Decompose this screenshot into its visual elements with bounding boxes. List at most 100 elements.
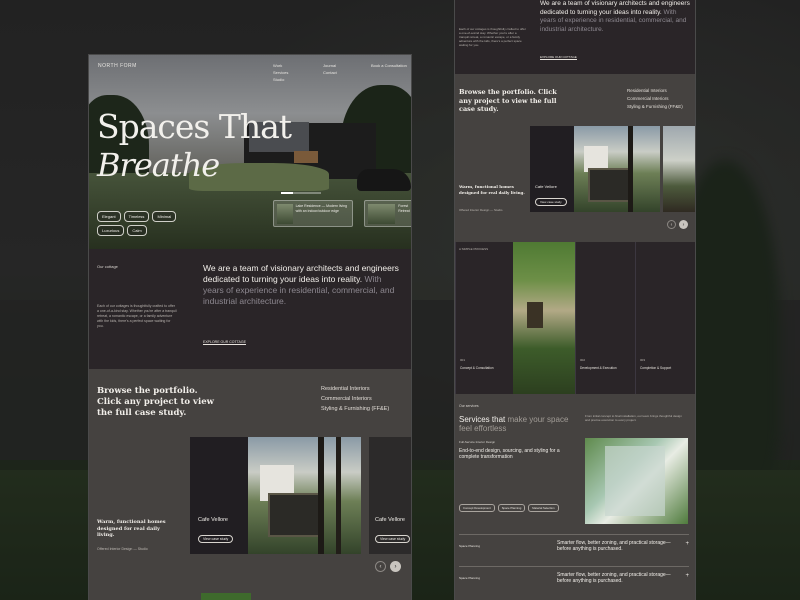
process-image [513, 242, 575, 394]
project-name: Cafe Vellore [198, 517, 228, 523]
nav-link-journal[interactable]: Journal [323, 63, 337, 68]
project-name-2: Cafe Vellore [535, 184, 557, 189]
next-section-peek [201, 593, 251, 600]
tag-luxurious[interactable]: Luxurious [97, 225, 125, 236]
portfolio-title: Browse the portfolio. Click any project … [97, 386, 214, 418]
page-preview-right: Each of our cottages is thoughtfully cra… [455, 0, 695, 600]
nav-column-2: Journal Contact [323, 63, 337, 75]
nav-link-services[interactable]: Services [273, 70, 288, 75]
services-section: Our services From initial concept to fin… [455, 394, 695, 600]
accordion-item-desc: Smarter flow, better zoning, and practic… [557, 540, 671, 552]
tag-calm[interactable]: Calm [127, 225, 147, 236]
hero-project-text-2: Forest Retreat [398, 204, 410, 213]
book-consultation-link[interactable]: Book a Consultation [371, 63, 407, 68]
service-image-wall [605, 446, 665, 516]
explore-cottage-link[interactable]: EXPLORE OUR COTTAGE [203, 340, 246, 345]
process-step-1: 001 Concept & Consultation [455, 242, 515, 394]
about-section: Our cottage We are a team of visionary a… [89, 249, 411, 369]
carousel-next-button-2[interactable]: › [679, 220, 688, 229]
portfolio-quote-meta-2: Offered Interior Design — Studio [459, 208, 503, 212]
plus-icon[interactable]: + [685, 541, 689, 547]
hero-project-card-2[interactable]: Forest Retreat [364, 200, 411, 227]
carousel-prev-button[interactable]: ‹ [375, 561, 386, 572]
service-accordion-item[interactable]: Space Planning Smarter flow, better zoni… [459, 534, 689, 560]
service-accordion-item[interactable]: Space Planning Smarter flow, better zoni… [459, 566, 689, 592]
category-commercial-2[interactable]: Commercial Interiors [627, 96, 683, 102]
process-step-name: Completion & Support [640, 366, 672, 370]
service-tag-concept[interactable]: Concept Development [459, 504, 495, 512]
portfolio-quote-meta: Offered Interior Design — Studio [97, 547, 148, 551]
hero-slider-track[interactable] [281, 192, 321, 194]
project-card-2[interactable]: Cafe Vellore View case study [369, 437, 411, 554]
view-case-study-button[interactable]: View case study [198, 535, 234, 543]
hero-car [357, 169, 411, 191]
tag-minimal[interactable]: Minimal [152, 211, 177, 222]
portfolio-categories-2: Residential Interiors Commercial Interio… [627, 88, 683, 110]
category-styling[interactable]: Styling & Furnishing (FF&E) [321, 406, 389, 413]
tag-elegant[interactable]: Elegant [97, 211, 121, 222]
service-tag-planning[interactable]: Space Planning [497, 504, 526, 512]
nav-link-studio[interactable]: Studio [273, 77, 288, 82]
about-description: Each of our cottages is thoughtfully cra… [97, 304, 177, 328]
brand-logo[interactable]: NORTH FORM [98, 63, 137, 69]
project-card-dark[interactable]: Cafe Vellore View case study [190, 437, 248, 554]
hero-tags: Elegant Timeless Minimal Luxurious Calm [97, 211, 187, 236]
carousel-prev-button-2[interactable]: ‹ [667, 220, 676, 229]
hero-title-line1: Spaces That [97, 107, 292, 146]
category-residential-2[interactable]: Residential Interiors [627, 88, 683, 94]
portfolio-categories: Residential Interiors Commercial Interio… [321, 386, 389, 413]
hero-project-thumb-2 [368, 204, 396, 224]
carousel-next-button[interactable]: › [390, 561, 401, 572]
services-title: Services that make your space feel effor… [459, 415, 569, 433]
service-tag-material[interactable]: Material Selection [528, 504, 559, 512]
process-step-3: 003 Completion & Support [635, 242, 695, 394]
project-card-3[interactable] [663, 126, 695, 212]
process-step-number: 002 [580, 358, 586, 362]
project-card-dark-2[interactable]: Cafe Vellore View case study [530, 126, 574, 212]
page-preview-left: NORTH FORM Work Services Studio Journal … [89, 55, 411, 600]
nav-column-1: Work Services Studio [273, 63, 288, 82]
process-step-name: Development & Execution [580, 366, 617, 370]
hero-slider-progress [281, 192, 293, 194]
nav-link-contact[interactable]: Contact [323, 70, 337, 75]
explore-cottage-link-2[interactable]: EXPLORE OUR COTTAGE [540, 55, 577, 60]
process-section: A SIMPLE PROCESS 001 Concept & Consultat… [455, 242, 695, 394]
about-description-2: Each of our cottages is thoughtfully cra… [459, 27, 526, 47]
category-commercial[interactable]: Commercial Interiors [321, 396, 389, 403]
project-image-trunk-3 [628, 126, 633, 212]
service-image [585, 438, 688, 524]
plus-icon[interactable]: + [685, 573, 689, 579]
hero-window [294, 151, 318, 163]
project-image-trunk-2 [336, 437, 341, 554]
process-step-number: 003 [640, 358, 646, 362]
project2-case-study-button[interactable]: View case study [375, 535, 411, 543]
portfolio-title-2: Browse the portfolio. Click any project … [459, 88, 557, 113]
project2-name: Cafe Vellore [375, 517, 405, 523]
project-image[interactable] [248, 437, 361, 554]
view-case-study-button-2[interactable]: View case study [535, 198, 567, 206]
about-label: Our cottage [97, 264, 118, 269]
services-label: Our services [459, 404, 479, 408]
about-section-2: Each of our cottages is thoughtfully cra… [455, 0, 695, 74]
project-image-cabin [268, 493, 324, 537]
project-image-2[interactable] [574, 126, 660, 212]
tag-timeless[interactable]: Timeless [123, 211, 150, 222]
process-image-door [527, 302, 543, 328]
accordion-item-name: Space Planning [459, 576, 481, 580]
nav-link-work[interactable]: Work [273, 63, 288, 68]
project-image-cabin-2 [588, 168, 630, 202]
services-description: From initial concept to final installati… [585, 414, 682, 422]
portfolio-quote: Warm, functional homes designed for real… [97, 519, 166, 538]
hero-project-card-1[interactable]: Lake Residence — Modern living with an i… [273, 200, 353, 227]
accordion-item-desc: Smarter flow, better zoning, and practic… [557, 572, 671, 584]
about-lead-2: We are a team of visionary architects an… [540, 0, 690, 34]
hero-project-text-1: Lake Residence — Modern living with an i… [295, 204, 347, 213]
process-step-name: Concept & Consultation [460, 366, 494, 370]
service-item-headline: End-to-end design, sourcing, and styling… [459, 448, 560, 460]
category-styling-2[interactable]: Styling & Furnishing (FF&E) [627, 104, 683, 110]
service-tags: Concept Development Space Planning Mater… [459, 504, 559, 512]
category-residential[interactable]: Residential Interiors [321, 386, 389, 393]
process-step-number: 001 [460, 358, 466, 362]
service-item-label[interactable]: Full-Service Interior Design [459, 440, 495, 444]
hero-title-line2: Breathe [97, 146, 220, 184]
